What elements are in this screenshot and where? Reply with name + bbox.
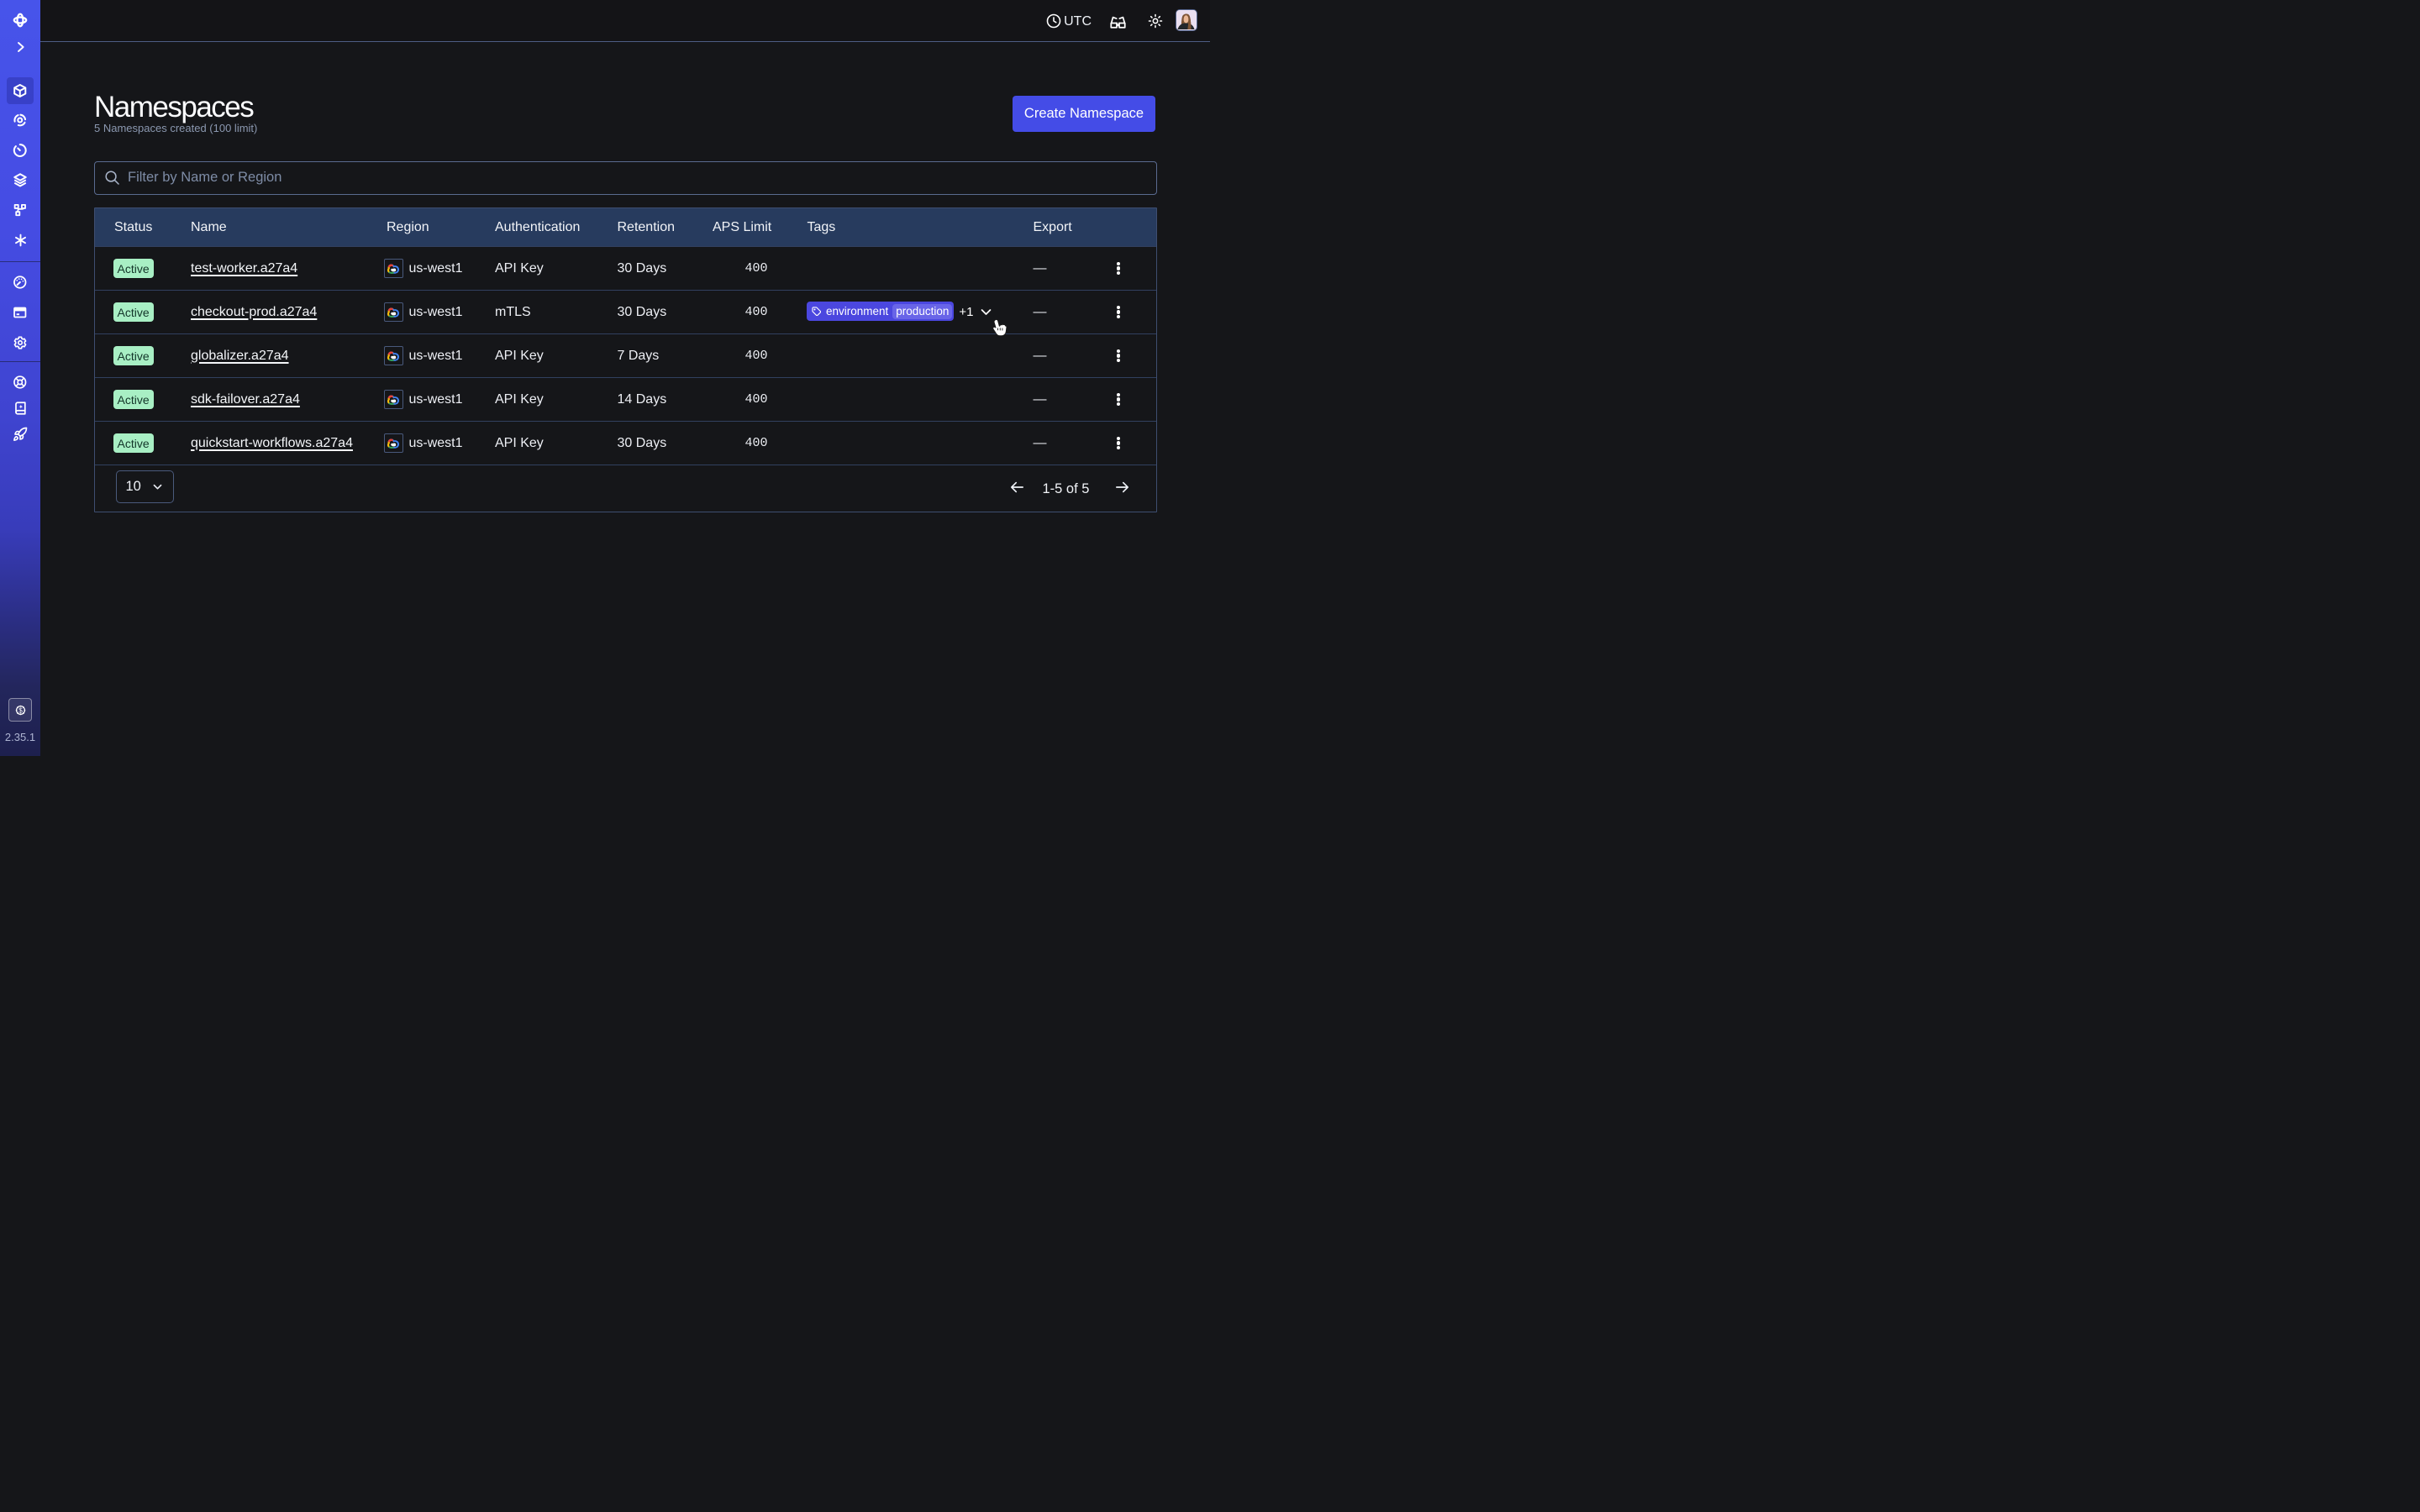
svg-text:$: $ [18, 706, 23, 714]
